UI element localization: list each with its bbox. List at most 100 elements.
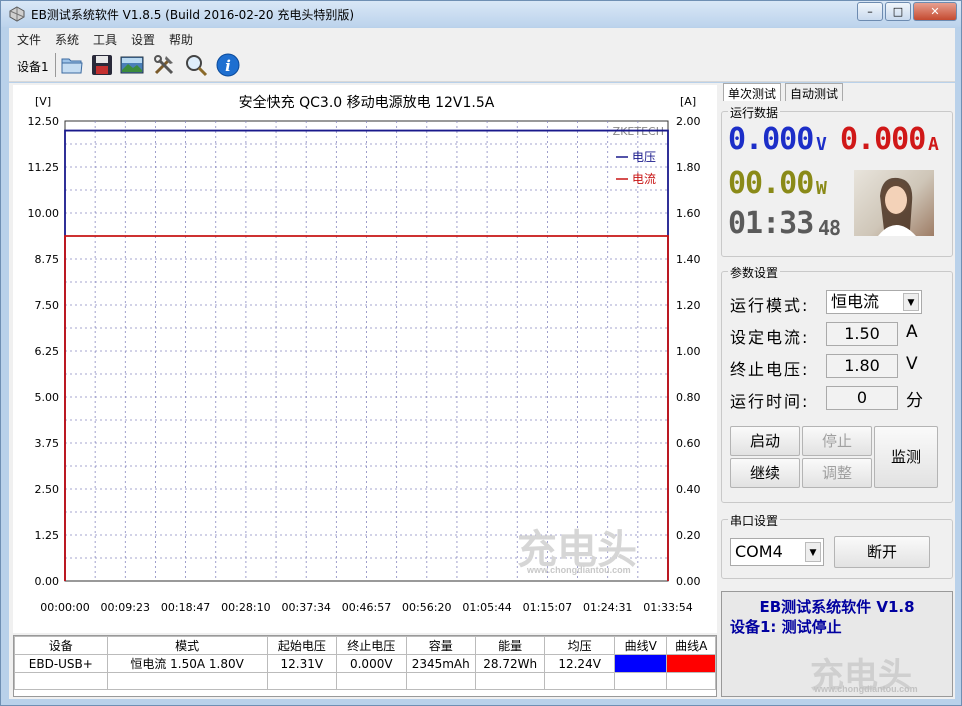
image-icon[interactable]: [119, 52, 145, 78]
voltage-unit: V: [816, 134, 827, 155]
menu-system[interactable]: 系统: [55, 31, 79, 48]
table-cell: EBD-USB+: [14, 654, 108, 673]
maximize-button[interactable]: □: [885, 2, 911, 21]
minimize-button[interactable]: –: [857, 2, 883, 21]
menu-help[interactable]: 帮助: [169, 31, 193, 48]
table-cell: 2345mAh: [405, 654, 476, 673]
port-select[interactable]: COM4 ▼: [730, 538, 824, 566]
y-right-tick-label: 0.60: [676, 437, 701, 450]
y-right-tick-label: 1.60: [676, 207, 701, 220]
current-label: 设定电流:: [730, 328, 810, 347]
y-right-tick-label: 1.40: [676, 253, 701, 266]
run-data-label: 运行数据: [728, 104, 781, 121]
current-input[interactable]: 1.50: [826, 322, 898, 346]
chevron-down-icon[interactable]: ▼: [903, 293, 919, 311]
current-unit: A: [928, 134, 939, 155]
power-readout: 00.00: [728, 166, 814, 201]
menu-file[interactable]: 文件: [17, 31, 41, 48]
disconnect-button[interactable]: 断开: [834, 536, 930, 568]
info-icon[interactable]: i: [215, 52, 241, 78]
y-left-tick-label: 12.50: [28, 115, 60, 128]
table-cell: 28.72Wh: [474, 654, 546, 673]
close-button[interactable]: ✕: [913, 2, 957, 21]
x-tick-label: 00:37:34: [282, 601, 331, 614]
x-tick-label: 00:56:20: [402, 601, 451, 614]
x-tick-label: 01:15:07: [523, 601, 572, 614]
x-tick-label: 00:46:57: [342, 601, 391, 614]
y-left-tick-label: 8.75: [35, 253, 60, 266]
chevron-down-icon[interactable]: ▼: [805, 542, 821, 562]
serial-group: 串口设置 COM4 ▼ 断开: [721, 512, 953, 579]
start-button[interactable]: 启动: [730, 426, 800, 456]
y-right-tick-label: 2.00: [676, 115, 701, 128]
table-row[interactable]: EBD-USB+ 恒电流 1.50A 1.80V 12.31V 0.000V 2…: [14, 654, 716, 673]
menu-settings[interactable]: 设置: [131, 31, 155, 48]
voltage-readout: 0.000: [728, 122, 814, 157]
y-right-unit: [A]: [680, 95, 696, 108]
save-icon[interactable]: [89, 52, 115, 78]
tab-single-test[interactable]: 单次测试: [723, 83, 782, 101]
app-window: EB测试系统软件 V1.8.5 (Build 2016-02-20 充电头特别版…: [0, 0, 962, 706]
status-title: EB测试系统软件 V1.8: [759, 598, 915, 616]
time-readout: 01:33: [728, 206, 814, 241]
watermark-url-2: www.chongdiantou.com: [814, 684, 918, 694]
y-left-tick-label: 1.25: [35, 529, 60, 542]
toolbar: 设备1 i: [9, 48, 955, 82]
adjust-button[interactable]: 调整: [802, 458, 872, 488]
table-cell: 12.31V: [266, 654, 338, 673]
tab-auto-test[interactable]: 自动测试: [785, 83, 844, 101]
profile-photo: [854, 170, 934, 236]
chart-panel: 12.50 11.25 10.00 8.75 7.50 6.25 5.00 3.75 2.50 1…: [13, 85, 717, 633]
y-right-tick-label: 1.20: [676, 299, 701, 312]
time-seconds: 48: [818, 216, 841, 240]
y-right-tick-label: 0.00: [676, 575, 701, 588]
run-time-unit: 分: [906, 391, 923, 411]
y-left-tick-label: 7.50: [35, 299, 60, 312]
legend-label: 电压: [632, 150, 656, 164]
x-tick-label: 01:05:44: [462, 601, 511, 614]
col-header: 曲线V: [613, 636, 668, 655]
table-cell: 恒电流 1.50A 1.80V: [106, 654, 268, 673]
results-table: 设备 模式 起始电压 终止电压 容量 能量 均压 曲线V 曲线A EBD-USB…: [13, 635, 717, 697]
run-time-label: 运行时间:: [730, 392, 810, 411]
monitor-button[interactable]: 监测: [874, 426, 938, 488]
y-right-tick-label: 0.40: [676, 483, 701, 496]
x-tick-label: 00:09:23: [101, 601, 150, 614]
title-bar: EB测试系统软件 V1.8.5 (Build 2016-02-20 充电头特别版…: [1, 1, 961, 27]
chart-watermark: ZKETECH: [613, 125, 664, 138]
y-left-tick-label: 0.00: [35, 575, 60, 588]
col-header: 均压: [544, 636, 615, 655]
run-data-group: 运行数据 0.000 V 0.000 A 00.00 W 01:33 48: [721, 104, 953, 257]
tools-icon[interactable]: [151, 52, 177, 78]
col-header: 终止电压: [336, 636, 407, 655]
run-time-input[interactable]: 0: [826, 386, 898, 410]
current-readout: 0.000: [840, 122, 926, 157]
search-icon[interactable]: [183, 52, 209, 78]
x-tick-label: 00:28:10: [221, 601, 270, 614]
y-right-tick-label: 0.20: [676, 529, 701, 542]
stop-voltage-input[interactable]: 1.80: [826, 354, 898, 378]
status-panel: EB测试系统软件 V1.8 设备1: 测试停止 充电头 www.chongdia…: [721, 591, 953, 697]
table-cell: 0.000V: [336, 654, 407, 673]
mode-select[interactable]: 恒电流 ▼: [826, 290, 922, 314]
device-selector[interactable]: 设备1: [17, 58, 49, 75]
params-group: 参数设置 运行模式: 恒电流 ▼ 设定电流: 1.50 A 终止电压: 1.80…: [721, 264, 953, 503]
curve-a-swatch[interactable]: [666, 654, 716, 673]
x-tick-label: 00:18:47: [161, 601, 210, 614]
stop-button[interactable]: 停止: [802, 426, 872, 456]
curve-v-swatch[interactable]: [613, 654, 668, 673]
folder-icon[interactable]: [59, 52, 85, 78]
y-right-tick-label: 0.80: [676, 391, 701, 404]
table-header-row: 设备 模式 起始电压 终止电压 容量 能量 均压 曲线V 曲线A: [14, 636, 716, 655]
window-title: EB测试系统软件 V1.8.5 (Build 2016-02-20 充电头特别版…: [31, 8, 355, 22]
menu-tools[interactable]: 工具: [93, 31, 117, 48]
y-right-tick-label: 1.00: [676, 345, 701, 358]
x-tick-label: 00:00:00: [40, 601, 89, 614]
col-header: 容量: [405, 636, 476, 655]
col-header: 模式: [106, 636, 268, 655]
col-header: 起始电压: [266, 636, 338, 655]
continue-button[interactable]: 继续: [730, 458, 800, 488]
y-left-unit: [V]: [35, 95, 51, 108]
mode-label: 运行模式:: [730, 296, 810, 315]
y-right-tick-label: 1.80: [676, 161, 701, 174]
